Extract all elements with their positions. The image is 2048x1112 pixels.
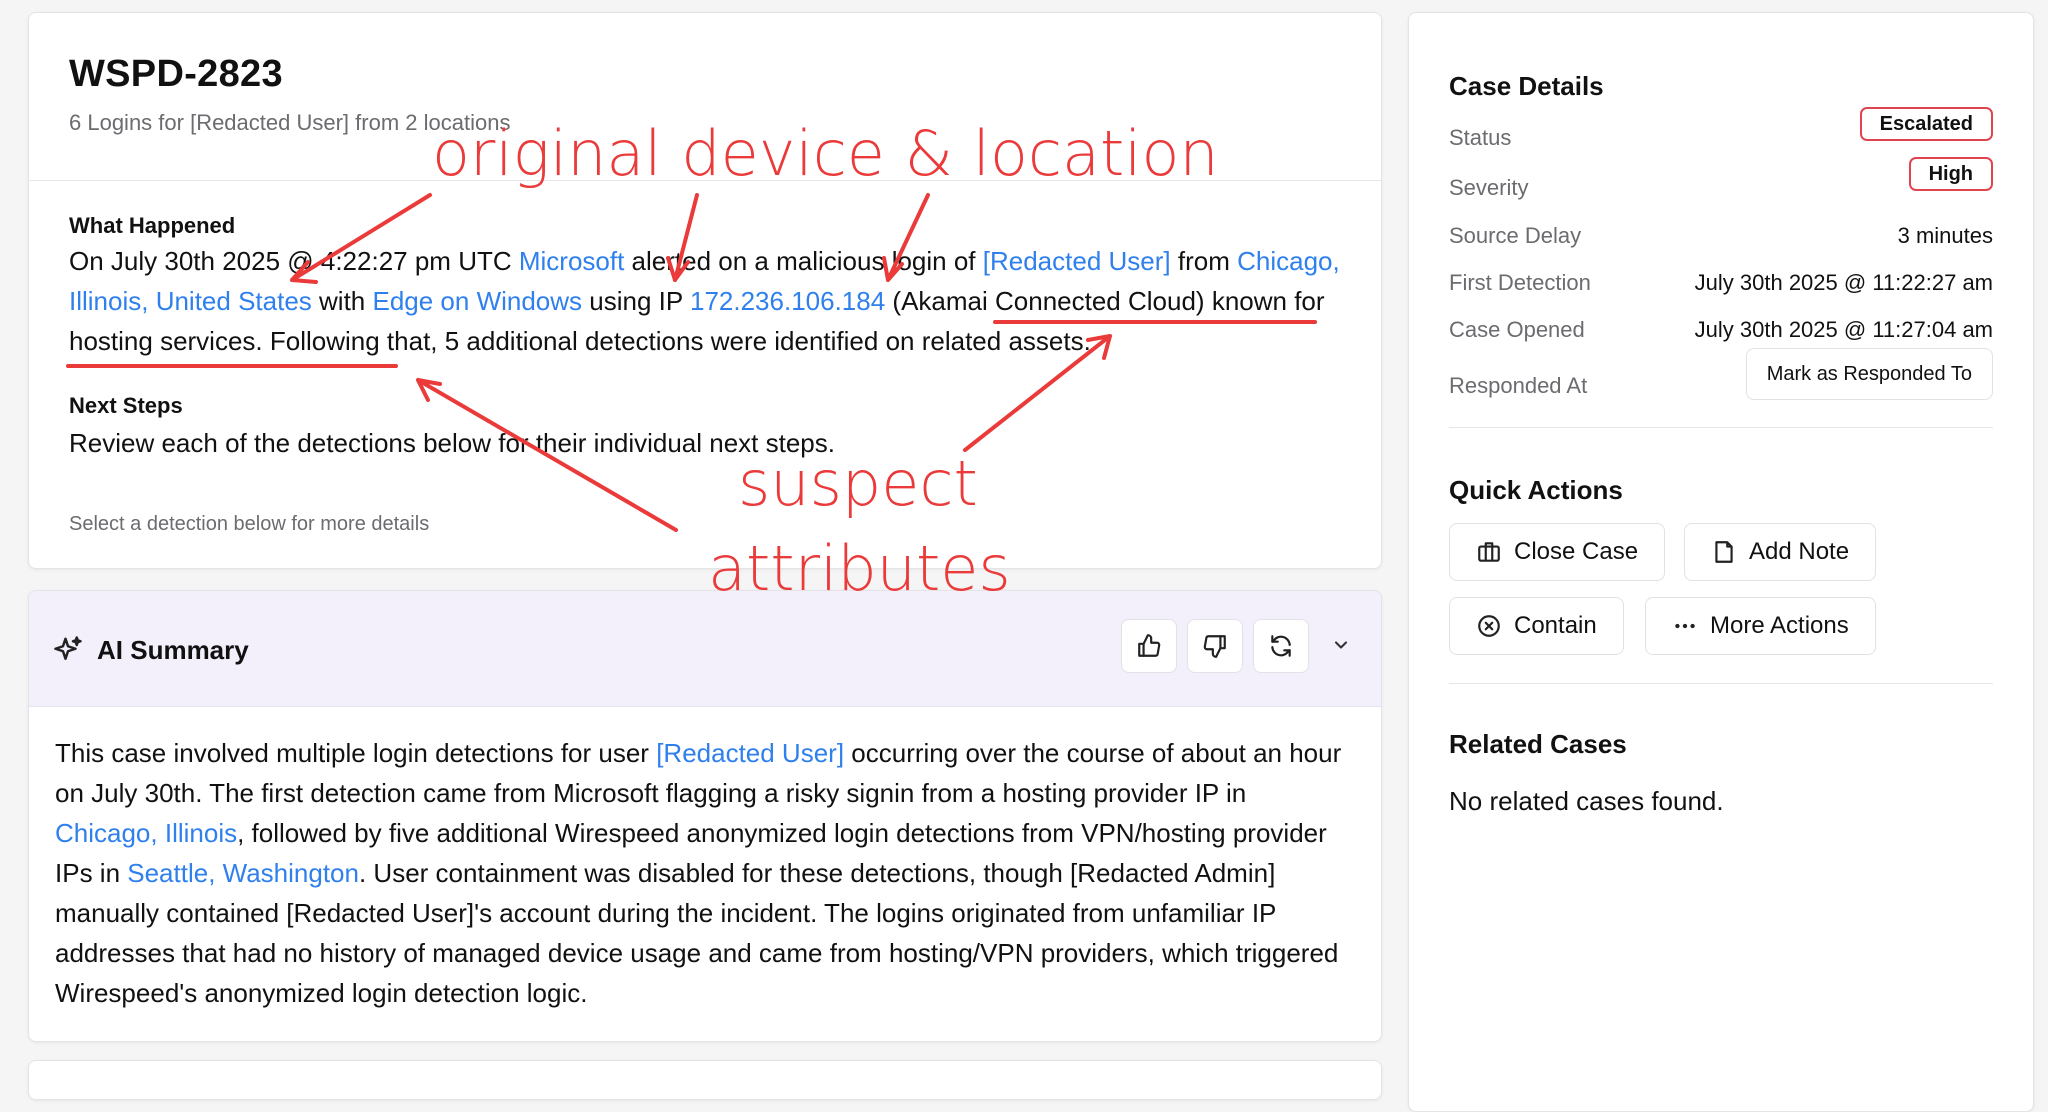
source-delay-value: 3 minutes	[1897, 223, 1993, 248]
collapse-toggle[interactable]	[1323, 627, 1359, 663]
ip-link[interactable]: 172.236.106.184	[690, 286, 885, 316]
contain-button[interactable]: Contain	[1449, 597, 1624, 655]
quick-actions-heading: Quick Actions	[1449, 475, 1623, 505]
vendor-link[interactable]: Microsoft	[519, 246, 624, 276]
case-card: WSPD-2823 6 Logins for [Redacted User] f…	[28, 12, 1382, 569]
severity-label: Severity	[1449, 175, 1529, 200]
what-happened-heading: What Happened	[69, 213, 236, 238]
text-segment: . Following that, 5 additional detection…	[255, 326, 1091, 356]
user-link[interactable]: [Redacted User]	[983, 246, 1171, 276]
user-link[interactable]: [Redacted User]	[656, 738, 844, 768]
location-link-chicago[interactable]: Chicago, Illinois	[55, 818, 237, 848]
text-segment: alerted on a malicious login of	[624, 246, 983, 276]
related-cases-heading: Related Cases	[1449, 729, 1627, 759]
mark-responded-button[interactable]: Mark as Responded To	[1745, 348, 1993, 400]
add-note-button[interactable]: Add Note	[1684, 523, 1877, 581]
contain-label: Contain	[1514, 612, 1597, 639]
divider	[29, 180, 1381, 181]
ai-summary-title: AI Summary	[97, 635, 249, 665]
divider	[1449, 683, 1993, 684]
note-icon	[1715, 541, 1733, 563]
regenerate-button[interactable]	[1253, 619, 1309, 673]
text-segment: with	[311, 286, 373, 316]
chevron-down-icon	[1334, 641, 1348, 649]
case-sidebar: Case Details Status Escalated Severity H…	[1408, 12, 2034, 1112]
responded-at-label: Responded At	[1449, 373, 1588, 398]
case-opened-value: July 30th 2025 @ 11:27:04 am	[1694, 317, 1993, 342]
ai-summary-text: This case involved multiple login detect…	[55, 733, 1355, 1013]
location-link-seattle[interactable]: Seattle, Washington	[127, 858, 359, 888]
first-detection-label: First Detection	[1449, 270, 1591, 295]
ai-summary-card: AI Summary This case involved multiple l…	[28, 590, 1382, 1042]
next-steps-text: Review each of the detections below for …	[69, 428, 835, 458]
ai-summary-header[interactable]: AI Summary	[29, 591, 1381, 707]
more-actions-button[interactable]: More Actions	[1645, 597, 1876, 655]
ellipsis-icon	[1675, 623, 1695, 629]
case-details-heading: Case Details	[1449, 71, 1604, 101]
severity-badge: High	[1908, 157, 1993, 191]
thumbs-down-icon	[1203, 635, 1226, 658]
status-badge: Escalated	[1859, 107, 1993, 141]
text-segment: from	[1170, 246, 1238, 276]
close-case-button[interactable]: Close Case	[1449, 523, 1666, 581]
next-steps-heading: Next Steps	[69, 393, 183, 418]
text-segment	[1205, 286, 1212, 316]
briefcase-icon	[1478, 542, 1500, 562]
first-detection-value: July 30th 2025 @ 11:22:27 am	[1694, 270, 1993, 295]
case-subtitle: 6 Logins for [Redacted User] from 2 loca…	[69, 110, 511, 135]
thumbs-down-button[interactable]	[1187, 619, 1243, 673]
no-related-cases-text: No related cases found.	[1449, 786, 1724, 816]
sparkle-icon	[54, 636, 82, 660]
case-opened-label: Case Opened	[1449, 317, 1585, 342]
text-segment: On July 30th 2025 @ 4:22:27 pm UTC	[69, 246, 519, 276]
text-segment: This case involved multiple login detect…	[55, 738, 657, 768]
detections-card	[28, 1060, 1382, 1100]
what-happened-text: On July 30th 2025 @ 4:22:27 pm UTC Micro…	[69, 241, 1359, 361]
thumbs-up-button[interactable]	[1121, 619, 1177, 673]
device-link[interactable]: Edge on Windows	[372, 286, 582, 316]
status-label: Status	[1449, 125, 1512, 150]
thumbs-up-icon	[1138, 634, 1161, 657]
more-actions-label: More Actions	[1710, 612, 1849, 639]
case-id-title: WSPD-2823	[69, 53, 283, 95]
source-delay-label: Source Delay	[1449, 223, 1582, 248]
close-case-label: Close Case	[1514, 538, 1639, 565]
provider-text: (Akamai Connected Cloud)	[892, 286, 1205, 316]
text-segment: using IP	[582, 286, 690, 316]
select-detection-hint: Select a detection below for more detail…	[69, 513, 430, 535]
add-note-label: Add Note	[1749, 538, 1850, 565]
circle-x-icon	[1478, 615, 1500, 637]
divider	[1449, 427, 1993, 428]
refresh-icon	[1271, 635, 1291, 657]
